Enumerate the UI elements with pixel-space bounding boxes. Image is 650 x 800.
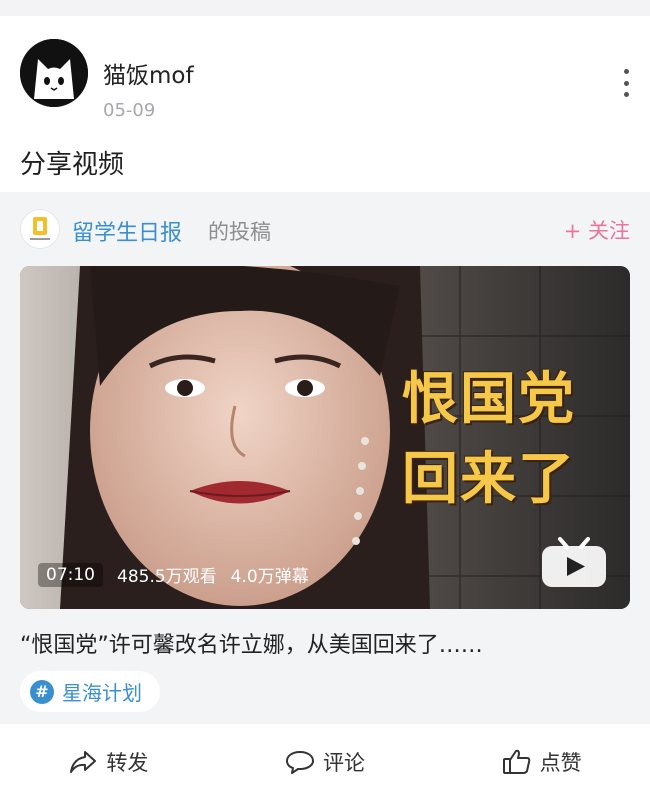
repost-label: 转发 — [106, 751, 149, 775]
video-thumbnail[interactable]: 恨国党 回来了 07:10 485.5万观看 4.0万弹幕 — [20, 266, 630, 609]
topic-label: 星海计划 — [62, 681, 142, 705]
more-dot-icon — [623, 92, 629, 97]
post-text: 分享视频 — [20, 150, 125, 180]
action-bar: 转发 评论 点赞 — [0, 724, 650, 800]
post-card: 猫饭mof 05-09 分享视频 留学生日报 的投稿 + 关注 恨国党 回来了 … — [0, 16, 650, 732]
source-logo[interactable] — [20, 209, 60, 249]
more-dot-icon — [623, 80, 629, 86]
cat-avatar-icon — [20, 39, 88, 107]
repost-card[interactable]: 留学生日报 的投稿 + 关注 恨国党 回来了 07:10 485.5万观看 4.… — [0, 192, 650, 732]
video-title[interactable]: “恨国党”许可馨改名许立娜，从美国回来了…… — [20, 609, 630, 658]
like-button[interactable]: 点赞 — [433, 747, 650, 777]
source-suffix: 的投稿 — [208, 220, 271, 244]
bilibili-tv-icon — [542, 537, 606, 587]
comment-button[interactable]: 评论 — [217, 747, 434, 777]
more-dot-icon — [623, 69, 629, 74]
top-spacer — [0, 0, 650, 16]
follow-button[interactable]: + 关注 — [564, 215, 630, 245]
thumbs-up-icon — [502, 749, 530, 774]
video-danmaku: 4.0万弹幕 — [230, 567, 309, 587]
comment-bubble-icon — [286, 751, 314, 774]
hashtag-icon: # — [30, 679, 54, 704]
share-arrow-icon — [70, 751, 97, 773]
like-label: 点赞 — [539, 751, 582, 775]
video-duration: 07:10 — [38, 562, 103, 587]
overlay-title-line1: 恨国党 — [402, 367, 576, 432]
repost-header: 留学生日报 的投稿 + 关注 — [20, 192, 630, 266]
post-header: 猫饭mof 05-09 — [0, 16, 650, 122]
source-logo-icon — [30, 217, 50, 240]
topic-tag[interactable]: # 星海计划 — [20, 671, 160, 712]
avatar[interactable] — [20, 39, 88, 107]
post-date: 05-09 — [103, 100, 156, 121]
overlay-title-line2: 回来了 — [402, 447, 576, 512]
video-stats: 07:10 485.5万观看 4.0万弹幕 — [38, 562, 309, 587]
author-name[interactable]: 猫饭mof — [103, 56, 194, 90]
repost-button[interactable]: 转发 — [0, 747, 217, 777]
video-views: 485.5万观看 — [117, 567, 217, 587]
more-options-button[interactable] — [616, 69, 636, 97]
source-name[interactable]: 留学生日报 — [72, 215, 182, 247]
comment-label: 评论 — [323, 751, 365, 775]
